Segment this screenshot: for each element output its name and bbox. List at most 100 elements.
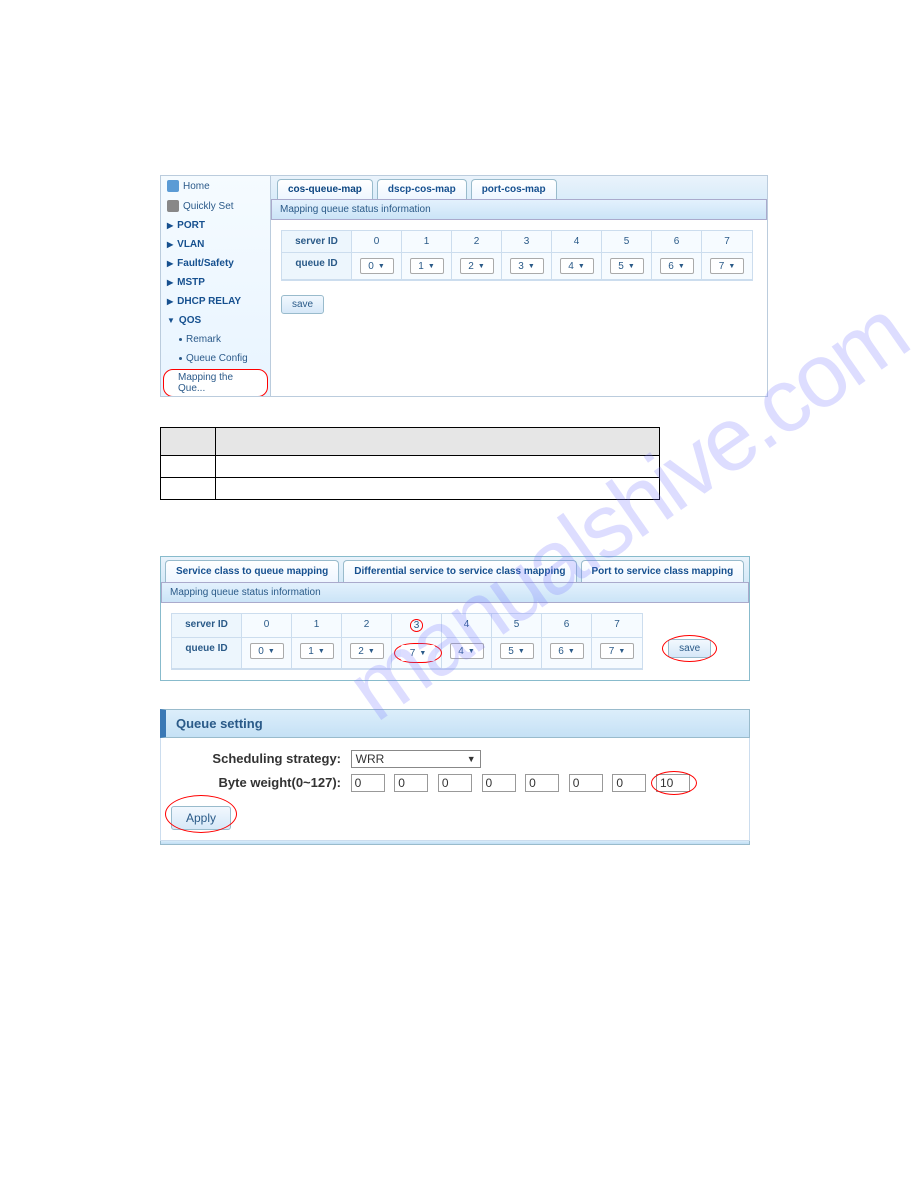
highlight-ring: 7▼ (394, 643, 442, 663)
scheduling-label: Scheduling strategy: (171, 751, 341, 766)
save-button[interactable]: save (281, 295, 324, 314)
sidebar-item-dhcp[interactable]: ▶DHCP RELAY (161, 292, 270, 311)
queue-select-cell: 7▼ (392, 638, 442, 669)
mapping-table: server ID 0 1 2 3 4 5 6 7 queue ID 0▼ 1▼… (281, 230, 753, 281)
queue-select[interactable]: 6▼ (660, 258, 694, 274)
table-cell (161, 478, 216, 500)
queue-select-cell: 5▼ (602, 253, 652, 280)
queue-select[interactable]: 4▼ (560, 258, 594, 274)
weight-input[interactable]: 0 (351, 774, 385, 792)
chevron-down-icon: ▼ (318, 648, 325, 655)
queue-select[interactable]: 2▼ (350, 643, 384, 659)
tab-service-class[interactable]: Service class to queue mapping (165, 560, 339, 582)
chevron-down-icon: ▼ (568, 648, 575, 655)
mapping-table: server ID 0 1 2 3 4 5 6 7 queue ID 0▼ 1▼… (171, 613, 643, 670)
server-id-cell: 2 (452, 231, 502, 253)
select-value: 2 (358, 646, 364, 657)
server-id-cell: 3 (502, 231, 552, 253)
screenshot-1: Home Quickly Set ▶PORT ▶VLAN ▶Fault/Safe… (160, 175, 768, 397)
queue-select-cell: 0▼ (242, 638, 292, 669)
weight-input[interactable]: 0 (525, 774, 559, 792)
queue-select[interactable]: 1▼ (410, 258, 444, 274)
table-row (161, 428, 660, 456)
queue-select[interactable]: 5▼ (500, 643, 534, 659)
queue-select[interactable]: 3▼ (510, 258, 544, 274)
select-value: 7 (410, 648, 416, 659)
server-id-cell: 6 (542, 614, 592, 638)
server-id-cell: 5 (492, 614, 542, 638)
footer-bar (160, 841, 750, 845)
select-value: 1 (308, 646, 314, 657)
tab-cos-queue[interactable]: cos-queue-map (277, 179, 373, 199)
server-id-cell: 0 (352, 231, 402, 253)
sidebar-item-mstp[interactable]: ▶ MSTP (161, 273, 270, 292)
queue-select[interactable]: 4▼ (450, 643, 484, 659)
queue-select[interactable]: 7▼ (710, 258, 744, 274)
apply-button[interactable]: Apply (171, 806, 231, 830)
queue-select[interactable]: 5▼ (610, 258, 644, 274)
weight-input[interactable]: 0 (394, 774, 428, 792)
expand-icon: ▶ (167, 278, 173, 287)
sidebar-item-fault[interactable]: ▶Fault/Safety (161, 254, 270, 273)
server-id-cell: 3 (392, 614, 442, 638)
select-value: 6 (558, 646, 564, 657)
table-row: server ID 0 1 2 3 4 5 6 7 (282, 231, 752, 253)
sidebar-item-label: MSTP (177, 277, 205, 288)
server-id-cell: 7 (592, 614, 642, 638)
table-row: server ID 0 1 2 3 4 5 6 7 (172, 614, 642, 638)
tab-port-service[interactable]: Port to service class mapping (581, 560, 745, 582)
save-button[interactable]: save (668, 639, 711, 658)
sidebar-home[interactable]: Home (161, 176, 270, 196)
table-row (161, 456, 660, 478)
sidebar-item-port[interactable]: ▶PORT (161, 216, 270, 235)
select-value: 4 (568, 261, 574, 272)
weight-input[interactable]: 0 (569, 774, 603, 792)
server-id-cell: 0 (242, 614, 292, 638)
queue-select[interactable]: 1▼ (300, 643, 334, 659)
tab-bar: cos-queue-map dscp-cos-map port-cos-map (271, 176, 767, 200)
sidebar-sub-queueconfig[interactable]: Queue Config (161, 349, 270, 368)
chevron-down-icon: ▼ (528, 263, 535, 270)
chevron-down-icon: ▼ (368, 648, 375, 655)
weight-input[interactable]: 0 (482, 774, 516, 792)
tab-dscp-cos[interactable]: dscp-cos-map (377, 179, 467, 199)
chevron-down-icon: ▼ (618, 648, 625, 655)
scheduling-row: Scheduling strategy: WRR ▼ (171, 750, 739, 768)
weight-input[interactable]: 0 (438, 774, 472, 792)
sidebar-sub-remark[interactable]: Remark (161, 330, 270, 349)
quick-icon (167, 200, 179, 212)
tab-differential[interactable]: Differential service to service class ma… (343, 560, 576, 582)
select-value: 7 (609, 646, 615, 657)
select-value: WRR (356, 752, 385, 766)
screenshot-2: Service class to queue mapping Different… (160, 556, 750, 681)
sidebar-item-qos[interactable]: ▼QOS (161, 311, 270, 330)
highlight-ring: 3 (410, 619, 424, 632)
queue-select[interactable]: 0▼ (360, 258, 394, 274)
sidebar-item-label: PORT (177, 220, 205, 231)
select-value: 5 (618, 261, 624, 272)
chevron-down-icon: ▼ (378, 263, 385, 270)
tab-port-cos[interactable]: port-cos-map (471, 179, 557, 199)
queue-select[interactable]: 2▼ (460, 258, 494, 274)
server-id-cell: 2 (342, 614, 392, 638)
select-value: 3 (518, 261, 524, 272)
queue-select[interactable]: 7▼ (401, 645, 435, 661)
chevron-down-icon: ▼ (419, 650, 426, 657)
queue-select[interactable]: 0▼ (250, 643, 284, 659)
queue-select[interactable]: 7▼ (600, 643, 634, 659)
chevron-down-icon: ▼ (268, 648, 275, 655)
row-label: server ID (172, 614, 242, 638)
scheduling-select[interactable]: WRR ▼ (351, 750, 481, 768)
queue-select-cell: 4▼ (552, 253, 602, 280)
sidebar-item-label: VLAN (177, 239, 204, 250)
queue-select[interactable]: 6▼ (550, 643, 584, 659)
sidebar-sub-mapping[interactable]: Mapping the Que... (163, 369, 268, 397)
panel-title: Mapping queue status information (161, 583, 749, 603)
queue-body: Scheduling strategy: WRR ▼ Byte weight(0… (160, 738, 750, 841)
weight-input[interactable]: 0 (612, 774, 646, 792)
sidebar-item-vlan[interactable]: ▶VLAN (161, 235, 270, 254)
sidebar-quickset[interactable]: Quickly Set (161, 196, 270, 216)
table-row: queue ID 0▼ 1▼ 2▼ 7▼ 4▼ 5▼ 6▼ 7▼ (172, 638, 642, 669)
select-value: 4 (458, 646, 464, 657)
weight-input[interactable]: 10 (656, 774, 690, 792)
